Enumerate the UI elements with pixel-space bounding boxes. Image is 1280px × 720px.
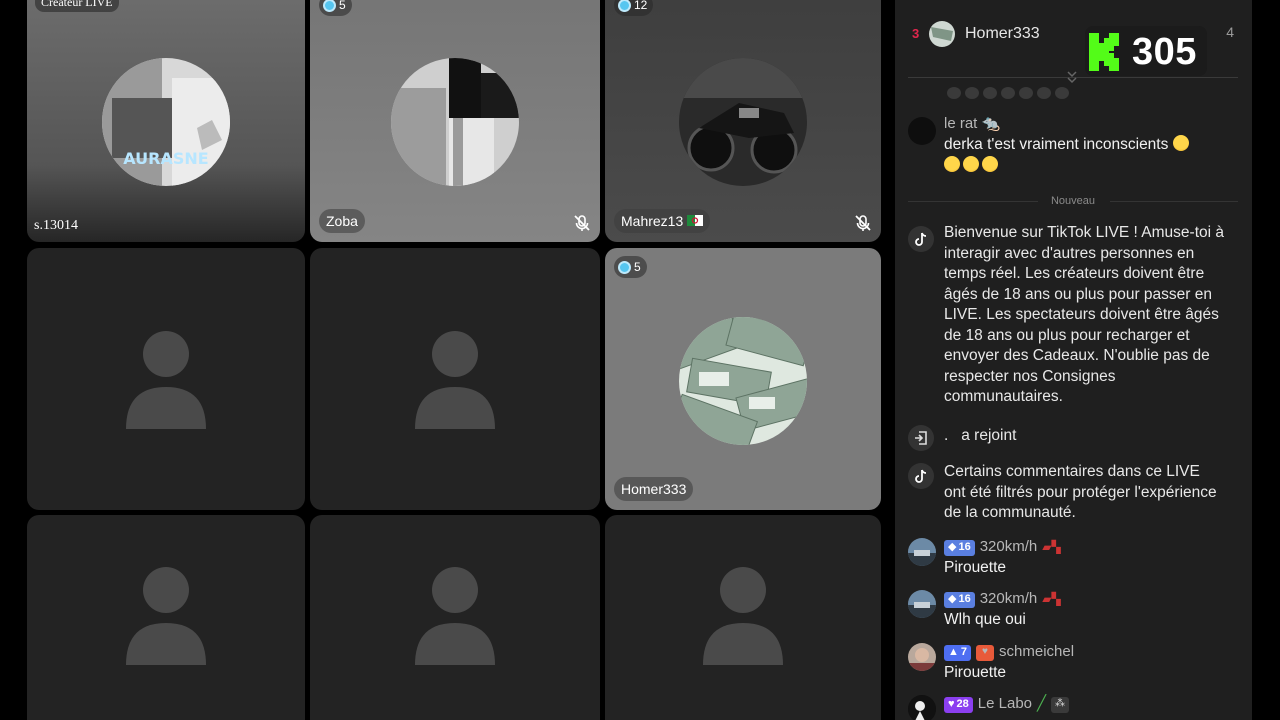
racing-flag-icon: ▰▚ [1042, 540, 1061, 555]
rank-username: Homer333 [965, 25, 1040, 42]
guest-count-badge: 5 [319, 0, 352, 16]
fan-club-heart-icon: ♥ [976, 644, 995, 661]
chat-username: Le Labo [977, 695, 1033, 713]
system-text: Certains commentaires dans ce LIVE ont é… [944, 463, 1217, 521]
kick-viewer-count: 305 [1132, 31, 1197, 73]
level-badge: ◆ 16 [944, 539, 975, 556]
chat-username: 320km/h [979, 590, 1038, 608]
guest-avatar [679, 58, 807, 186]
algeria-flag-icon [687, 215, 704, 226]
chat-username: le rat 🐀 [944, 115, 1001, 133]
chat-text: Pirouette [944, 559, 1007, 576]
avatar-graffiti-text: AURASNE [123, 149, 208, 168]
empty-guest-slot[interactable] [310, 248, 600, 510]
wand-emoji-icon: ╱ [1037, 695, 1047, 713]
level-badge: ♥ 28 [944, 696, 973, 713]
guest-tile[interactable]: 12 Mahrez13 [605, 0, 881, 242]
kick-viewer-overlay: 305 [1085, 26, 1207, 76]
person-placeholder-icon [125, 565, 207, 665]
rank-number: 3 [912, 26, 920, 41]
creator-live-tag: Créateur LIVE [35, 0, 119, 12]
level-badge: ◆ 16 [944, 591, 975, 608]
faded-emojis [947, 87, 1087, 99]
chat-text: Pirouette [944, 664, 1007, 681]
racing-flag-icon: ▰▚ [1042, 592, 1061, 607]
guest-count-badge: 5 [614, 256, 647, 278]
guest-name: s.13014 [34, 218, 78, 233]
avatar [908, 538, 936, 566]
mic-muted-icon [574, 215, 590, 231]
tiktok-icon [908, 226, 934, 252]
person-placeholder-icon [414, 565, 496, 665]
avatar [929, 21, 955, 47]
chevron-down-icon[interactable] [1065, 69, 1079, 85]
guest-tile-host[interactable]: Créateur LIVE AURASNE s.13014 [27, 0, 305, 242]
guest-name: Mahrez13 [614, 209, 711, 233]
guest-count-badge: 12 [614, 0, 654, 16]
person-placeholder-icon [125, 329, 207, 429]
empty-guest-slot[interactable] [27, 515, 305, 720]
tiktok-icon [908, 463, 934, 489]
coin-icon [618, 260, 631, 274]
guest-tile[interactable]: 5 Zoba [310, 0, 600, 242]
right-edge [1252, 0, 1280, 720]
chat-username: 320km/h [979, 538, 1038, 556]
joy-emoji-icon [944, 155, 960, 172]
join-text: a rejoint [961, 427, 1017, 444]
person-placeholder-icon [702, 565, 784, 665]
chat-text: derka t'est vraiment inconscients [944, 135, 1224, 176]
join-icon [908, 425, 934, 451]
new-messages-divider: Nouveau [908, 193, 1238, 209]
live-chat-panel: 3 Homer333 4 305 le rat 🐀 derka t'est vr… [895, 0, 1252, 720]
joy-emoji-icon [963, 155, 979, 172]
avatar [908, 590, 936, 618]
chat-username: schmeichel [999, 643, 1075, 661]
guest-tile[interactable]: 5 Homer333 [605, 248, 881, 510]
kick-logo-icon [1089, 33, 1119, 71]
coin-icon [618, 0, 631, 12]
empty-guest-slot[interactable] [310, 515, 600, 720]
avatar [908, 117, 936, 145]
join-username: . [944, 427, 949, 444]
coin-icon [323, 0, 336, 12]
avatar [908, 643, 936, 671]
chat-text: Wlh que oui [944, 611, 1026, 628]
guest-name: Zoba [319, 209, 365, 233]
joy-emoji-icon [982, 155, 998, 172]
empty-guest-slot[interactable] [27, 248, 305, 510]
guest-avatar [391, 58, 519, 186]
guest-avatar: AURASNE [102, 58, 230, 186]
person-placeholder-icon [414, 329, 496, 429]
joy-emoji-icon [1172, 135, 1189, 151]
mic-muted-icon [855, 215, 871, 231]
group-icon: ⁂ [1051, 696, 1070, 713]
empty-guest-slot[interactable] [605, 515, 881, 720]
level-badge: ▲ 7 [944, 644, 972, 661]
guest-avatar [679, 317, 807, 445]
rank-score: 4 [1226, 24, 1234, 40]
live-guest-grid: Créateur LIVE AURASNE s.13014 5 Zoba 12 … [0, 0, 895, 720]
system-text: Bienvenue sur TikTok LIVE ! Amuse-toi à … [944, 224, 1224, 405]
avatar [908, 695, 936, 720]
guest-name: Homer333 [614, 477, 694, 501]
